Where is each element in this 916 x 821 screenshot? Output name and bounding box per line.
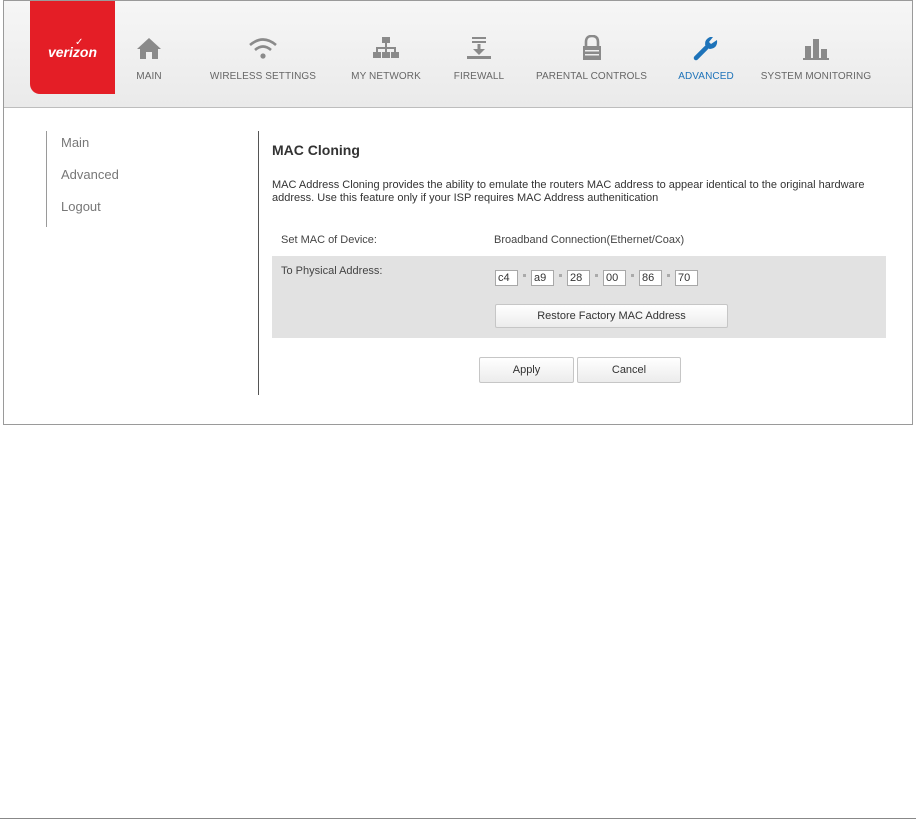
nav-advanced[interactable]: ADVANCED <box>671 1 741 107</box>
mac-separator <box>523 274 526 277</box>
nav-firewall[interactable]: FIREWALL <box>449 1 509 107</box>
network-icon <box>344 35 428 61</box>
nav-label-system-monitoring: SYSTEM MONITORING <box>760 71 872 82</box>
wifi-icon <box>204 35 322 61</box>
page-title: MAC Cloning <box>272 142 360 158</box>
set-mac-value: Broadband Connection(Ethernet/Coax) <box>494 234 685 246</box>
apply-button[interactable]: Apply <box>479 357 574 383</box>
sidebar-item-main[interactable]: Main <box>61 135 89 150</box>
set-mac-label: Set MAC of Device: <box>281 234 377 246</box>
page-bottom-rule <box>0 818 916 819</box>
nav-main[interactable]: MAIN <box>119 1 179 107</box>
bar-chart-icon <box>756 35 876 61</box>
restore-factory-mac-button[interactable]: Restore Factory MAC Address <box>495 304 728 328</box>
logo-text: verizon <box>47 44 97 60</box>
router-admin-window: ✓ verizon MAIN WIRELESS SETTINGS MY NETW… <box>3 0 913 425</box>
nav-wireless-settings[interactable]: WIRELESS SETTINGS <box>204 1 322 107</box>
mac-octet-4-input[interactable] <box>603 270 626 286</box>
wrench-icon <box>671 35 741 61</box>
mac-separator <box>667 274 670 277</box>
home-icon <box>119 35 179 61</box>
nav-label-my-network: MY NETWORK <box>351 71 421 82</box>
mac-octet-2-input[interactable] <box>531 270 554 286</box>
nav-parental-controls[interactable]: PARENTAL CONTROLS <box>529 1 654 107</box>
content-area: Main Advanced Logout MAC Cloning MAC Add… <box>30 108 912 424</box>
top-navigation-bar: ✓ verizon MAIN WIRELESS SETTINGS MY NETW… <box>4 1 912 108</box>
mac-octet-3-input[interactable] <box>567 270 590 286</box>
nav-label-main: MAIN <box>136 71 162 82</box>
physical-address-label: To Physical Address: <box>281 265 383 277</box>
cancel-button[interactable]: Cancel <box>577 357 681 383</box>
vertical-divider <box>258 131 259 395</box>
sidebar: Main Advanced Logout <box>46 131 167 227</box>
nav-my-network[interactable]: MY NETWORK <box>344 1 428 107</box>
sidebar-item-logout[interactable]: Logout <box>61 199 101 214</box>
nav-label-advanced: ADVANCED <box>678 71 734 82</box>
nav-label-firewall: FIREWALL <box>453 71 505 82</box>
page-description: MAC Address Cloning provides the ability… <box>272 179 865 204</box>
nav-system-monitoring[interactable]: SYSTEM MONITORING <box>756 1 876 107</box>
mac-octet-5-input[interactable] <box>639 270 662 286</box>
mac-separator <box>595 274 598 277</box>
lock-icon <box>529 35 654 61</box>
verizon-logo[interactable]: ✓ verizon <box>30 1 115 94</box>
firewall-icon <box>449 35 509 61</box>
nav-label-parental-controls: PARENTAL CONTROLS <box>536 71 647 82</box>
nav-label-wireless-settings: WIRELESS SETTINGS <box>209 71 317 82</box>
mac-separator <box>631 274 634 277</box>
mac-octet-1-input[interactable] <box>495 270 518 286</box>
mac-separator <box>559 274 562 277</box>
mac-octet-6-input[interactable] <box>675 270 698 286</box>
sidebar-item-advanced[interactable]: Advanced <box>61 167 119 182</box>
